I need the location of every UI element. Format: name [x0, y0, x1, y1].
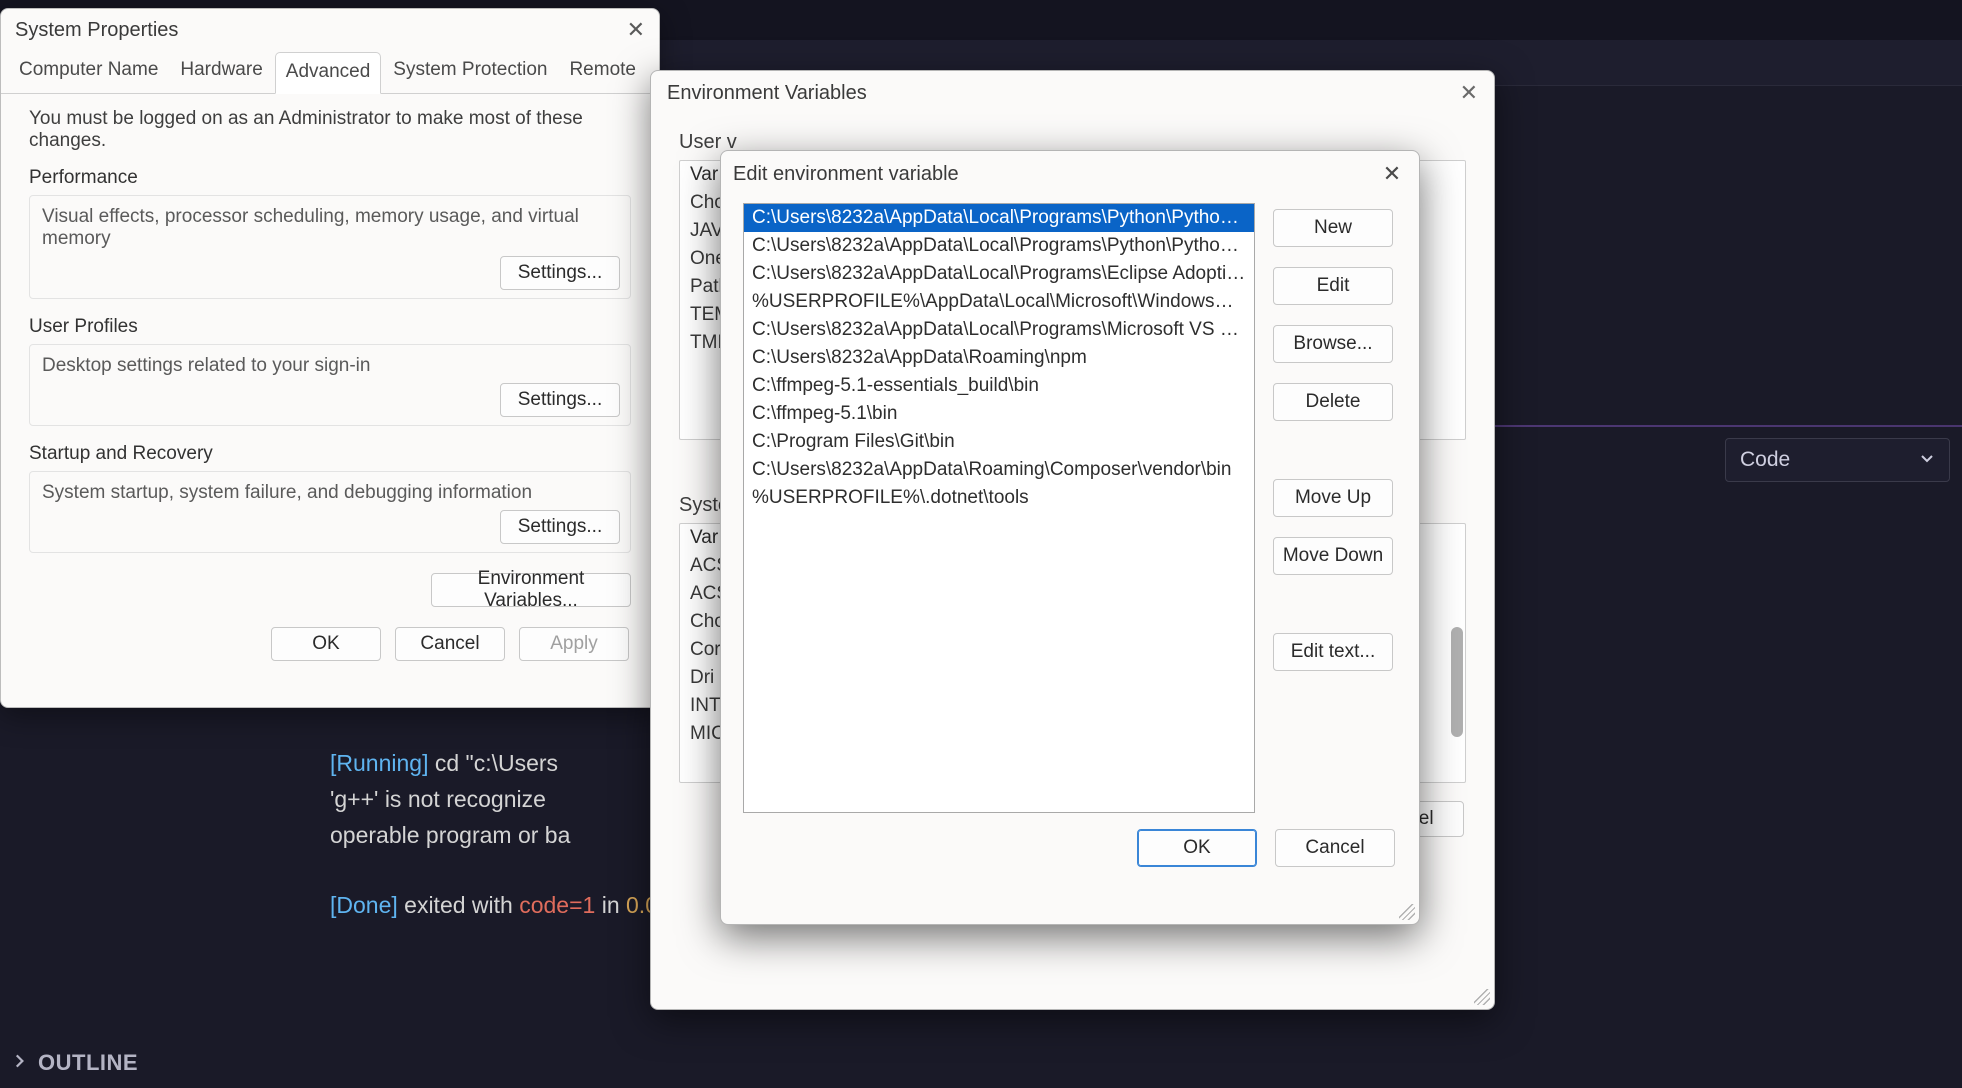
sysprops-cancel-button[interactable]: Cancel	[395, 627, 505, 661]
path-entry[interactable]: %USERPROFILE%\AppData\Local\Microsoft\Wi…	[744, 288, 1254, 316]
editwin-cancel-button[interactable]: Cancel	[1275, 829, 1395, 867]
performance-settings-button[interactable]: Settings...	[500, 256, 620, 290]
tab-advanced[interactable]: Advanced	[275, 52, 382, 94]
resize-grip-icon[interactable]	[1399, 904, 1415, 920]
path-entry[interactable]: C:\ffmpeg-5.1\bin	[744, 400, 1254, 428]
editwin-title: Edit environment variable	[733, 163, 959, 186]
startup-recovery-settings-button[interactable]: Settings...	[500, 510, 620, 544]
close-icon[interactable]: ✕	[1377, 159, 1407, 189]
path-entry[interactable]: C:\Users\8232a\AppData\Roaming\Composer\…	[744, 456, 1254, 484]
path-entry[interactable]: C:\Users\8232a\AppData\Roaming\npm	[744, 344, 1254, 372]
terminal-profile-dropdown[interactable]: Code	[1725, 438, 1950, 482]
path-entry[interactable]: %USERPROFILE%\.dotnet\tools	[744, 484, 1254, 512]
edit-button[interactable]: Edit	[1273, 267, 1393, 305]
startup-recovery-title: Startup and Recovery	[29, 443, 631, 465]
path-entry[interactable]: C:\Program Files\Git\bin	[744, 428, 1254, 456]
path-entry[interactable]: C:\Users\8232a\AppData\Local\Programs\Ec…	[744, 260, 1254, 288]
sysprops-apply-button[interactable]: Apply	[519, 627, 629, 661]
path-entry[interactable]: C:\Users\8232a\AppData\Local\Programs\Mi…	[744, 316, 1254, 344]
user-profiles-group: User Profiles Desktop settings related t…	[29, 315, 631, 426]
edit-environment-variable-window: Edit environment variable ✕ C:\Users\823…	[720, 150, 1420, 925]
performance-group: Performance Visual effects, processor sc…	[29, 166, 631, 299]
tab-hardware[interactable]: Hardware	[170, 51, 272, 93]
vscode-outline-section[interactable]: OUTLINE	[0, 1038, 320, 1088]
user-profiles-settings-button[interactable]: Settings...	[500, 383, 620, 417]
startup-recovery-desc: System startup, system failure, and debu…	[42, 482, 532, 503]
close-icon[interactable]: ✕	[1460, 80, 1478, 106]
new-button[interactable]: New	[1273, 209, 1393, 247]
edit-text-button[interactable]: Edit text...	[1273, 633, 1393, 671]
close-icon[interactable]: ✕	[627, 17, 645, 43]
tab-computer-name[interactable]: Computer Name	[9, 51, 168, 93]
sysprops-tabs: Computer Name Hardware Advanced System P…	[1, 51, 659, 94]
system-properties-window: System Properties ✕ Computer Name Hardwa…	[0, 8, 660, 708]
envwin-title: Environment Variables	[667, 82, 867, 105]
path-entries-list[interactable]: C:\Users\8232a\AppData\Local\Programs\Py…	[743, 203, 1255, 813]
move-down-button[interactable]: Move Down	[1273, 537, 1393, 575]
editwin-ok-button[interactable]: OK	[1137, 829, 1257, 867]
performance-title: Performance	[29, 167, 631, 189]
resize-grip-icon[interactable]	[1474, 989, 1490, 1005]
tab-remote[interactable]: Remote	[559, 51, 646, 93]
envwin-titlebar[interactable]: Environment Variables ✕	[651, 71, 1494, 115]
tab-system-protection[interactable]: System Protection	[383, 51, 557, 93]
scrollbar-thumb[interactable]	[1451, 627, 1463, 737]
environment-variables-button[interactable]: Environment Variables...	[431, 573, 631, 607]
browse-button[interactable]: Browse...	[1273, 325, 1393, 363]
path-entry[interactable]: C:\ffmpeg-5.1-essentials_build\bin	[744, 372, 1254, 400]
chevron-right-icon	[10, 1050, 28, 1076]
delete-button[interactable]: Delete	[1273, 383, 1393, 421]
chevron-down-icon	[1919, 448, 1935, 472]
startup-recovery-group: Startup and Recovery System startup, sys…	[29, 442, 631, 553]
editwin-titlebar[interactable]: Edit environment variable ✕	[721, 151, 1419, 197]
sysprops-title: System Properties	[15, 19, 178, 42]
admin-note: You must be logged on as an Administrato…	[29, 108, 631, 152]
move-up-button[interactable]: Move Up	[1273, 479, 1393, 517]
path-entry[interactable]: C:\Users\8232a\AppData\Local\Programs\Py…	[744, 232, 1254, 260]
path-entry[interactable]: C:\Users\8232a\AppData\Local\Programs\Py…	[744, 204, 1254, 232]
performance-desc: Visual effects, processor scheduling, me…	[42, 206, 579, 249]
sysprops-ok-button[interactable]: OK	[271, 627, 381, 661]
user-profiles-desc: Desktop settings related to your sign-in	[42, 355, 370, 376]
sysprops-titlebar[interactable]: System Properties ✕	[1, 9, 659, 51]
user-profiles-title: User Profiles	[29, 316, 631, 338]
outline-label: OUTLINE	[38, 1050, 138, 1076]
terminal-profile-label: Code	[1740, 448, 1790, 472]
